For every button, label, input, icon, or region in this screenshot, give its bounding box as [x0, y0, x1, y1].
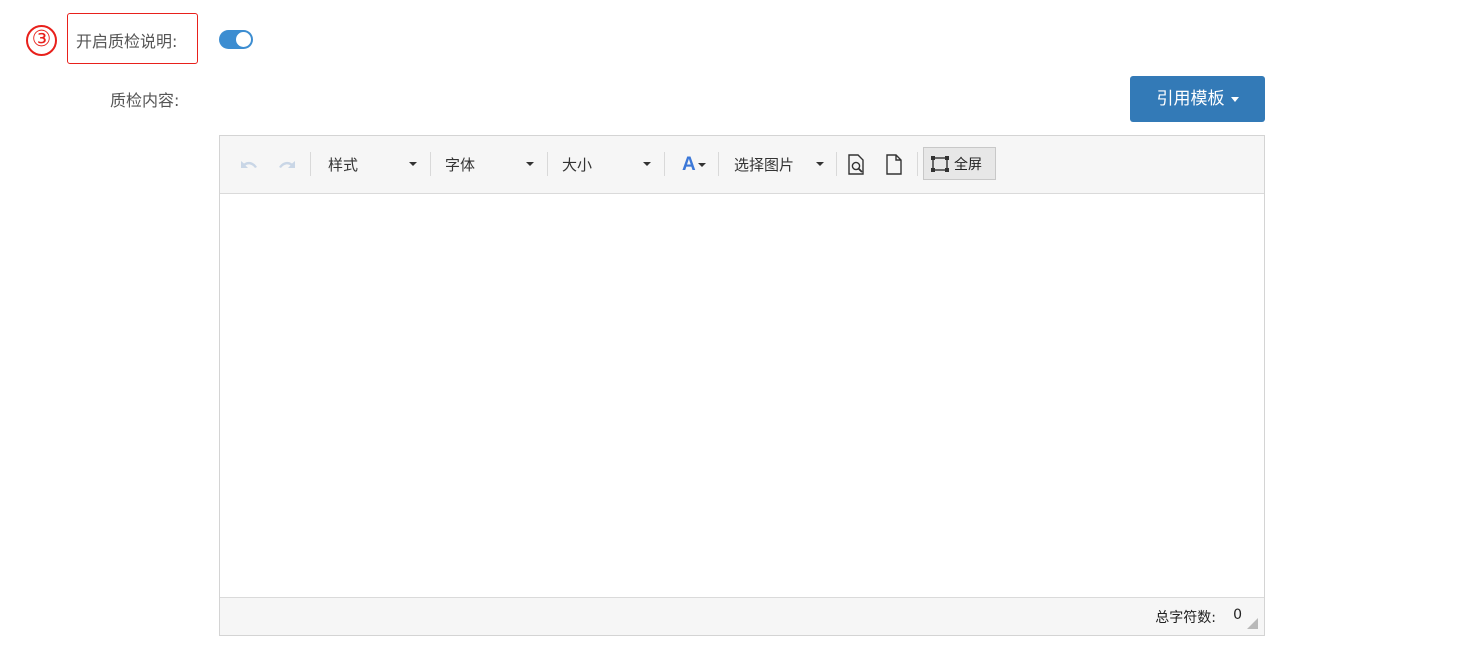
chevron-down-icon [1230, 96, 1239, 102]
preview-icon [848, 153, 864, 175]
word-count-value: 0 [1233, 607, 1242, 623]
toolbar-separator [718, 152, 719, 176]
toolbar-separator [917, 152, 918, 176]
enable-description-toggle[interactable] [219, 30, 253, 49]
fullscreen-label: 全屏 [954, 156, 982, 173]
redo-icon [279, 160, 295, 168]
toolbar-separator [836, 152, 837, 176]
image-select[interactable]: 选择图片 [734, 136, 826, 193]
word-count-label: 总字符数: [1155, 610, 1216, 626]
style-select-label: 样式 [328, 156, 359, 174]
fullscreen-icon [931, 155, 949, 172]
toolbar-separator [664, 152, 665, 176]
use-template-label: 引用模板 [1156, 89, 1225, 109]
use-template-button[interactable]: 引用模板 [1130, 76, 1265, 122]
toolbar-separator [547, 152, 548, 176]
toolbar-separator [430, 152, 431, 176]
toggle-knob [236, 32, 251, 47]
fullscreen-button[interactable]: 全屏 [923, 147, 996, 180]
chevron-down-icon [697, 162, 706, 167]
enable-description-label: 开启质检说明: [76, 32, 178, 51]
redo-button[interactable] [276, 136, 298, 193]
chevron-down-icon [526, 162, 534, 166]
editor-toolbar: 样式 字体 大小 A 选择图片 全屏 [220, 136, 1264, 194]
undo-button[interactable] [238, 136, 260, 193]
font-color-icon: A [682, 153, 696, 175]
editor-status-bar: 总字符数: 0 [220, 597, 1264, 635]
size-select-label: 大小 [562, 156, 593, 174]
editor-content-area[interactable] [220, 194, 1264, 597]
resize-handle-icon[interactable] [1247, 618, 1258, 629]
new-document-icon [886, 153, 902, 175]
chevron-down-icon [816, 162, 824, 166]
rich-text-editor: 样式 字体 大小 A 选择图片 全屏 总字符数: 0 [219, 135, 1265, 636]
undo-icon [241, 160, 257, 168]
content-label: 质检内容: [110, 91, 180, 110]
new-document-button[interactable] [885, 136, 903, 193]
chevron-down-icon [643, 162, 651, 166]
chevron-down-icon [409, 162, 417, 166]
step-number-badge: ③ [26, 25, 57, 56]
font-select[interactable]: 字体 [445, 136, 537, 193]
image-select-label: 选择图片 [734, 156, 795, 174]
toolbar-separator [310, 152, 311, 176]
size-select[interactable]: 大小 [562, 136, 654, 193]
font-select-label: 字体 [445, 156, 476, 174]
preview-button[interactable] [847, 136, 867, 193]
style-select[interactable]: 样式 [328, 136, 420, 193]
font-color-button[interactable]: A [682, 136, 706, 193]
